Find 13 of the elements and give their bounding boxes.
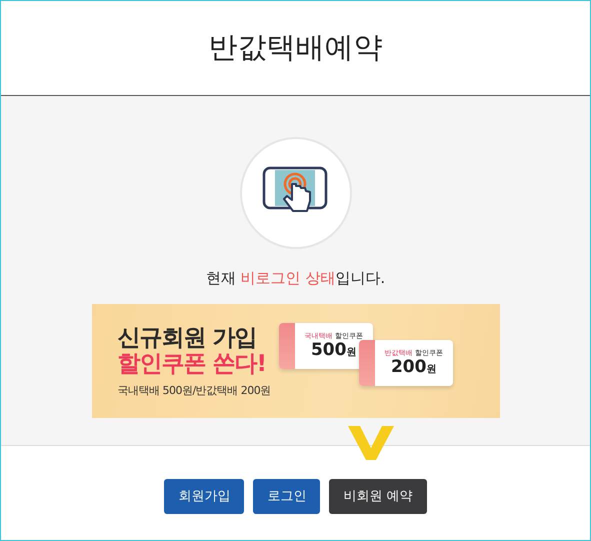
banner-subheadline: 할인쿠폰 쏜다!	[118, 350, 267, 376]
page-title: 반값택배예약	[208, 29, 382, 66]
coupon-amount: 200원	[390, 358, 436, 378]
banner-headline: 신규회원 가입	[118, 324, 258, 350]
coupon-stripe	[278, 323, 295, 369]
action-button[interactable]: 회원가입	[164, 478, 244, 514]
banner-caption: 국내택배 500원/반값택배 200원	[118, 382, 271, 398]
check-mark-icon	[346, 424, 396, 462]
action-button[interactable]: 비회원 예약	[329, 478, 427, 514]
coupon-amount: 500원	[310, 340, 356, 362]
coupon-stripe	[358, 340, 375, 386]
login-status-text: 현재 비로그인 상태입니다.	[206, 269, 386, 288]
action-button[interactable]: 로그인	[253, 478, 320, 514]
